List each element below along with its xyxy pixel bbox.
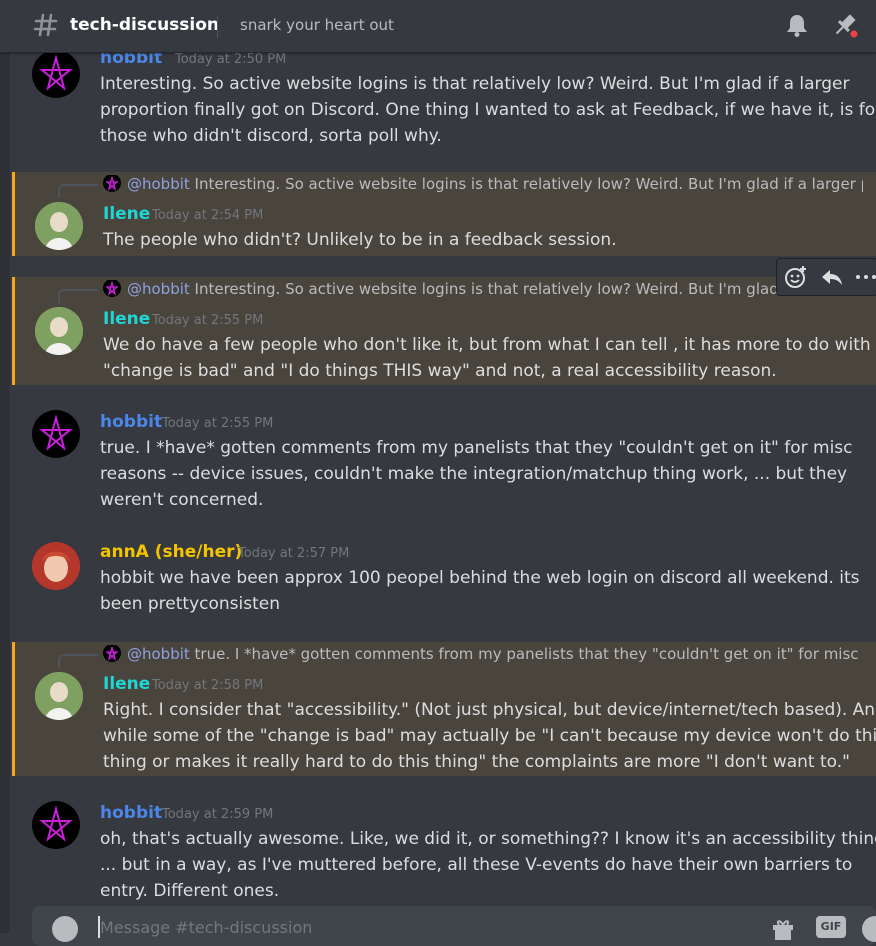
username[interactable]: annA (she/her) [100, 542, 242, 562]
message-content: Interesting. So active website logins is… [100, 71, 876, 149]
message[interactable]: @hobbit true. I *have* gotten comments f… [12, 642, 876, 776]
timestamp: Today at 2:57 PM [238, 546, 350, 561]
channel-topic[interactable]: snark your heart out [240, 16, 394, 34]
reply-preview[interactable]: @hobbit Interesting. So active website l… [103, 175, 863, 195]
reply-preview[interactable]: @hobbit Interesting. So active website l… [103, 280, 793, 300]
timestamp: Today at 2:59 PM [162, 807, 274, 822]
reply-mention[interactable]: @hobbit [127, 280, 190, 298]
pentagram-icon [39, 805, 73, 842]
reply-spine [58, 184, 98, 198]
username[interactable]: Ilene [103, 204, 150, 224]
message-line: Interesting. So active website logins is… [100, 74, 850, 94]
avatar[interactable] [35, 202, 83, 250]
emoji-icon[interactable] [862, 916, 876, 942]
username[interactable]: Ilene [103, 309, 150, 329]
avatar[interactable] [35, 672, 83, 720]
username[interactable]: Ilene [103, 674, 150, 694]
timestamp: Today at 2:54 PM [152, 208, 264, 223]
reply-spine [58, 289, 98, 303]
message-line: "change is bad" and "I do things THIS wa… [103, 361, 777, 381]
upload-plus-icon[interactable] [52, 916, 78, 942]
reply-avatar [103, 645, 121, 662]
reply-icon[interactable] [819, 264, 845, 290]
message-line: proportion finally got on Discord. One t… [100, 100, 876, 120]
message-line: reasons -- device issues, couldn't make … [100, 464, 848, 484]
avatar[interactable] [32, 542, 80, 590]
message-line: while some of the "change is bad" may ac… [103, 726, 876, 746]
username[interactable]: hobbit [100, 412, 162, 432]
gift-icon[interactable] [770, 916, 796, 942]
message-line: entry. Different ones. [100, 881, 280, 901]
reply-text: true. I *have* gotten comments from my p… [189, 645, 863, 663]
message-content: oh, that's actually awesome. Like, we di… [100, 826, 876, 904]
avatar-photo [32, 542, 80, 590]
header-divider [217, 16, 218, 38]
timestamp: Today at 2:55 PM [152, 313, 264, 328]
message[interactable]: hobbit Today at 2:59 PM oh, that's actua… [12, 795, 876, 907]
message-line: those who didn't discord, sorta poll why… [100, 126, 442, 146]
add-reaction-icon[interactable] [783, 264, 809, 290]
channel-name: tech-discussion [70, 15, 220, 35]
pentagram-icon [39, 54, 73, 91]
message-actions-bar [776, 258, 876, 296]
avatar[interactable] [32, 410, 80, 458]
bell-icon[interactable] [784, 12, 810, 38]
message[interactable]: annA (she/her) Today at 2:57 PM hobbit w… [12, 534, 876, 624]
reply-mention[interactable]: @hobbit [127, 175, 190, 193]
avatar[interactable] [35, 307, 83, 355]
message-line: Right. I consider that "accessibility." … [103, 700, 876, 720]
reply-avatar [103, 280, 121, 297]
message-composer[interactable]: Message #tech-discussion GIF [32, 906, 876, 946]
avatar[interactable] [32, 801, 80, 849]
avatar-photo [35, 672, 83, 720]
timestamp: Today at 2:55 PM [162, 416, 274, 431]
message[interactable]: hobbit Today at 2:55 PM true. I *have* g… [12, 404, 876, 516]
reply-text: Interesting. So active website logins is… [189, 175, 863, 193]
message-content: Right. I consider that "accessibility." … [103, 697, 876, 775]
message-line: oh, that's actually awesome. Like, we di… [100, 829, 876, 849]
reply-mention[interactable]: @hobbit [127, 645, 190, 663]
hashtag-icon [33, 13, 58, 37]
username[interactable]: hobbit [100, 803, 162, 823]
message-line: weren't concerned. [100, 490, 264, 510]
channel-header: tech-discussion snark your heart out [0, 0, 876, 53]
reply-spine [58, 654, 98, 668]
avatar[interactable] [32, 50, 80, 98]
message-content: We do have a few people who don't like i… [103, 332, 871, 384]
reply-text: Interesting. So active website logins is… [189, 280, 793, 298]
avatar-photo [35, 307, 83, 355]
message-line: thing or makes it really hard to do this… [103, 752, 850, 772]
avatar-photo [35, 202, 83, 250]
timestamp: Today at 2:58 PM [152, 678, 264, 693]
pin-icon[interactable] [831, 11, 861, 41]
message-line: The people who didn't? Unlikely to be in… [103, 230, 617, 250]
reply-avatar [103, 175, 121, 192]
message[interactable]: @hobbit Interesting. So active website l… [12, 172, 876, 256]
message-input[interactable]: Message #tech-discussion [100, 918, 312, 937]
reply-preview[interactable]: @hobbit true. I *have* gotten comments f… [103, 645, 863, 665]
message[interactable]: hobbit Today at 2:50 PM Interesting. So … [12, 44, 876, 156]
pentagram-icon [39, 414, 73, 451]
message[interactable]: @hobbit Interesting. So active website l… [12, 277, 876, 385]
timestamp: Today at 2:50 PM [175, 52, 287, 67]
message-line: been prettyconsisten [100, 594, 281, 614]
message-line: hobbit we have been approx 100 peopel be… [100, 568, 860, 588]
message-line: ... but in a way, as I've muttered befor… [100, 855, 853, 875]
gif-button[interactable]: GIF [816, 916, 846, 938]
more-icon[interactable] [853, 264, 876, 290]
message-content: The people who didn't? Unlikely to be in… [103, 227, 863, 253]
message-content: true. I *have* gotten comments from my p… [100, 435, 860, 513]
message-line: true. I *have* gotten comments from my p… [100, 438, 853, 458]
server-list-edge [0, 52, 10, 933]
message-content: hobbit we have been approx 100 peopel be… [100, 565, 860, 617]
message-line: We do have a few people who don't like i… [103, 335, 871, 355]
